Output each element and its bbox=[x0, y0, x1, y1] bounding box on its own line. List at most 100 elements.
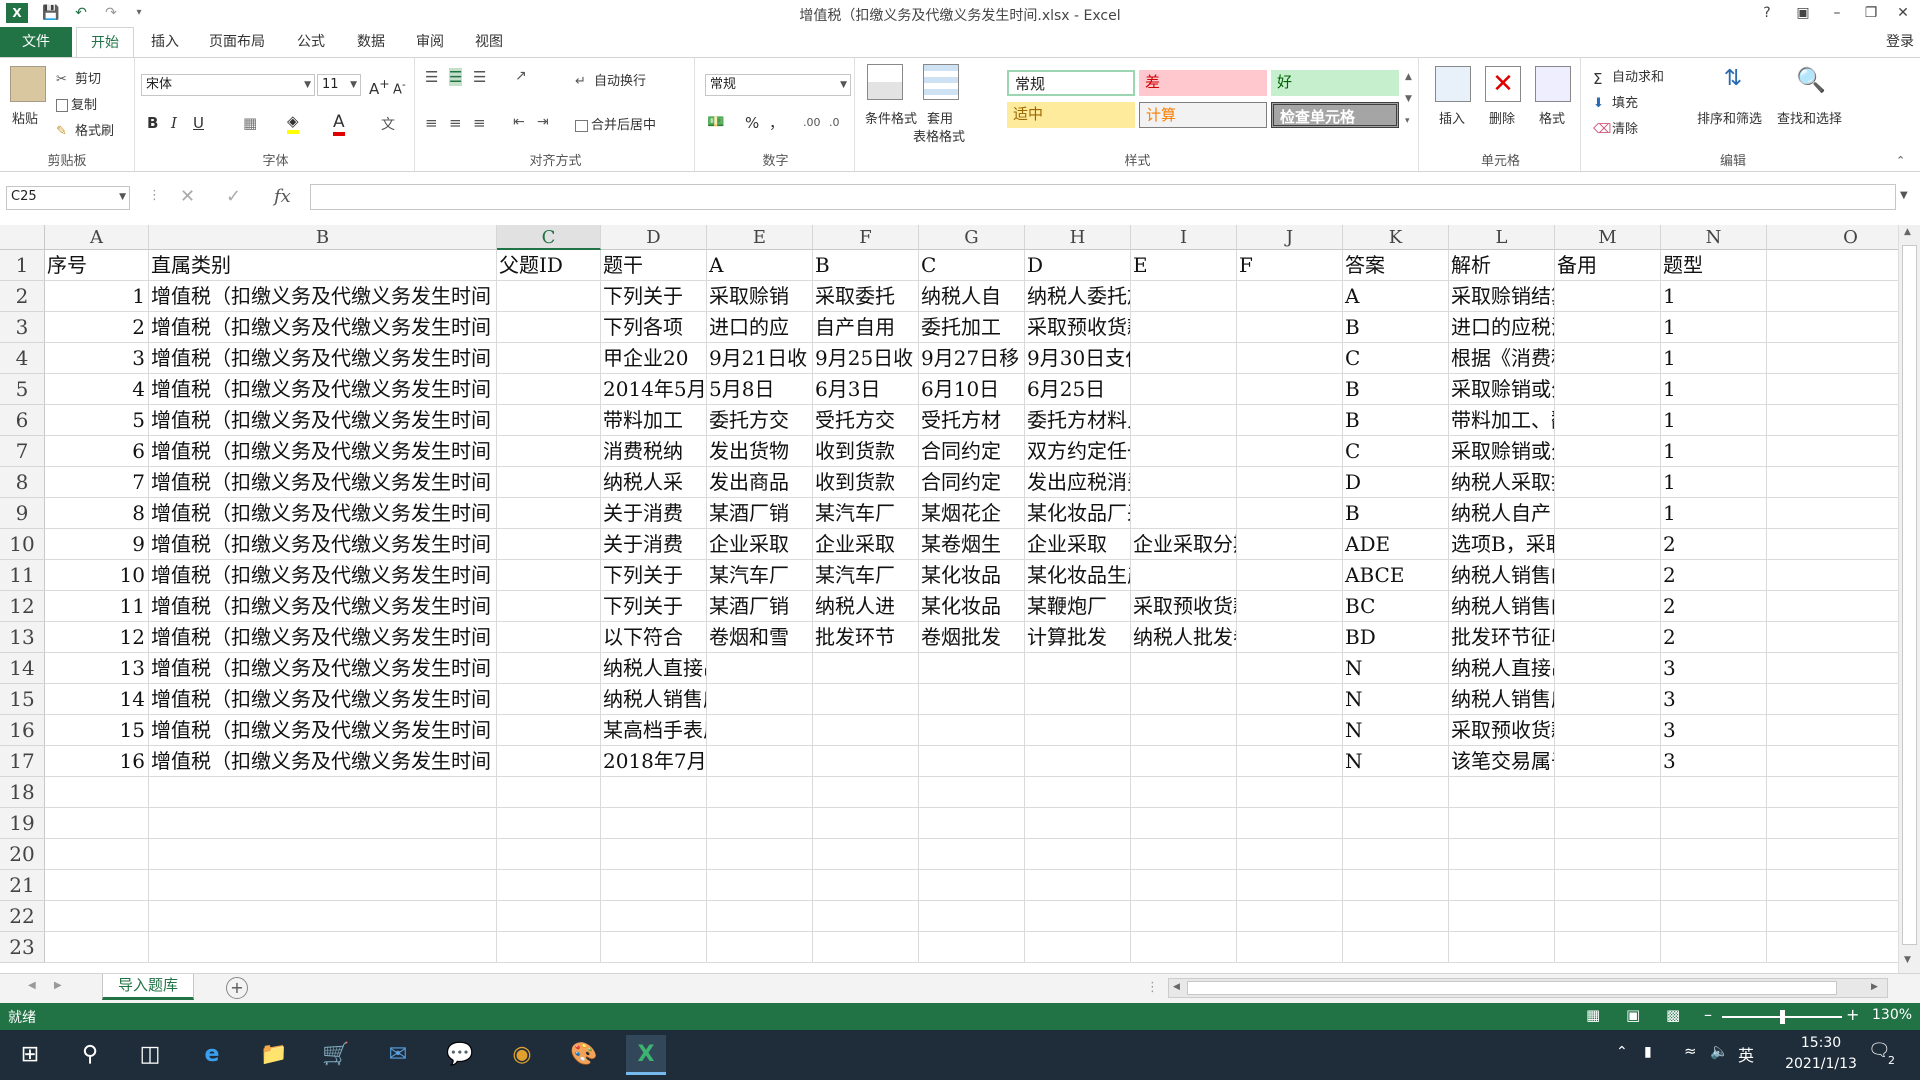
table-cell[interactable] bbox=[497, 467, 601, 498]
orientation-icon[interactable]: ↗ bbox=[515, 68, 527, 84]
table-cell[interactable] bbox=[601, 901, 707, 932]
table-cell[interactable]: 纳税人自 bbox=[919, 281, 1025, 312]
tab-home[interactable]: 开始 bbox=[76, 27, 134, 58]
restore-button[interactable]: ❐ bbox=[1856, 0, 1886, 27]
table-cell[interactable]: C bbox=[1343, 343, 1449, 374]
table-cell[interactable] bbox=[1131, 281, 1237, 312]
table-cell[interactable]: 2018年7月，某游艇制造公司与客户签订合同，按客户要求制造一艘机 bbox=[601, 746, 707, 777]
table-cell[interactable] bbox=[1131, 498, 1237, 529]
table-cell[interactable]: 9月27日移 bbox=[919, 343, 1025, 374]
table-cell[interactable]: 某鞭炮厂 bbox=[1025, 591, 1131, 622]
table-cell[interactable]: 卷烟和雪 bbox=[707, 622, 813, 653]
table-cell[interactable] bbox=[45, 808, 149, 839]
table-cell[interactable]: 委托方材料入库的当天 bbox=[1025, 405, 1131, 436]
table-cell[interactable] bbox=[1237, 932, 1343, 963]
table-cell[interactable] bbox=[601, 808, 707, 839]
vertical-scroll-thumb[interactable] bbox=[1902, 245, 1917, 945]
table-cell[interactable]: 受托方交 bbox=[813, 405, 919, 436]
table-cell[interactable] bbox=[1661, 901, 1767, 932]
table-cell[interactable]: 增值税（扣缴义务及代缴义务发生时间 bbox=[149, 715, 497, 746]
table-cell[interactable] bbox=[919, 715, 1025, 746]
table-cell[interactable] bbox=[1555, 374, 1661, 405]
table-cell[interactable]: 进口的应税消费品为 bbox=[1449, 312, 1555, 343]
style-neutral[interactable]: 适中 bbox=[1007, 102, 1135, 128]
table-cell[interactable]: 下列关于 bbox=[601, 281, 707, 312]
table-cell[interactable] bbox=[1661, 839, 1767, 870]
header-cell[interactable]: B bbox=[813, 250, 919, 281]
table-cell[interactable] bbox=[1555, 622, 1661, 653]
table-cell[interactable]: 某高档手表厂采取预收货款方式销售高档手表，其消费税纳税义务发生 bbox=[601, 715, 707, 746]
table-cell[interactable]: 3 bbox=[1661, 684, 1767, 715]
row-header[interactable]: 23 bbox=[0, 932, 45, 963]
table-cell[interactable] bbox=[497, 436, 601, 467]
table-cell[interactable] bbox=[1131, 467, 1237, 498]
column-header-f[interactable]: F bbox=[813, 225, 919, 250]
table-cell[interactable] bbox=[1025, 870, 1131, 901]
table-cell[interactable] bbox=[707, 901, 813, 932]
table-cell[interactable] bbox=[1555, 870, 1661, 901]
table-cell[interactable] bbox=[813, 715, 919, 746]
table-cell[interactable] bbox=[1025, 808, 1131, 839]
table-cell[interactable] bbox=[497, 684, 601, 715]
collapse-ribbon-icon[interactable]: ⌃ bbox=[1896, 154, 1905, 167]
column-header-d[interactable]: D bbox=[601, 225, 707, 250]
table-cell[interactable]: 11 bbox=[45, 591, 149, 622]
table-cell[interactable]: 1 bbox=[1661, 281, 1767, 312]
table-cell[interactable] bbox=[601, 932, 707, 963]
table-cell[interactable] bbox=[601, 777, 707, 808]
table-cell[interactable]: 批发环节征收消费税 bbox=[1449, 622, 1555, 653]
header-cell[interactable]: 解析 bbox=[1449, 250, 1555, 281]
table-cell[interactable]: N bbox=[1343, 684, 1449, 715]
table-cell[interactable]: D bbox=[1343, 467, 1449, 498]
number-format-combo[interactable]: 常规 ▼ bbox=[705, 74, 851, 96]
table-cell[interactable] bbox=[1131, 870, 1237, 901]
table-cell[interactable]: 纳税人销售的应税消 bbox=[1449, 560, 1555, 591]
border-icon[interactable]: ▦ bbox=[243, 114, 257, 132]
sort-filter-button[interactable]: 排序和筛选 bbox=[1697, 108, 1762, 127]
scroll-down-icon[interactable]: ▼ bbox=[1904, 955, 1911, 965]
paste-icon[interactable] bbox=[10, 66, 46, 102]
styles-more-icon[interactable]: ▾ bbox=[1405, 116, 1410, 126]
table-cell[interactable] bbox=[1767, 808, 1898, 839]
table-cell[interactable] bbox=[497, 374, 601, 405]
close-button[interactable]: ✕ bbox=[1888, 0, 1918, 27]
increase-decimal-icon[interactable]: .00 bbox=[803, 116, 821, 129]
table-cell[interactable]: 6月25日 bbox=[1025, 374, 1131, 405]
table-cell[interactable] bbox=[1767, 622, 1898, 653]
table-cell[interactable] bbox=[1449, 870, 1555, 901]
row-header[interactable]: 3 bbox=[0, 312, 45, 343]
formula-input[interactable] bbox=[310, 184, 1896, 210]
table-cell[interactable] bbox=[1131, 839, 1237, 870]
table-cell[interactable]: 采取委托 bbox=[813, 281, 919, 312]
table-cell[interactable]: 纳税人销售的应税消 bbox=[1449, 591, 1555, 622]
table-cell[interactable] bbox=[497, 281, 601, 312]
table-cell[interactable]: 某烟花企 bbox=[919, 498, 1025, 529]
font-color-icon[interactable]: A bbox=[333, 112, 345, 136]
table-cell[interactable] bbox=[1555, 560, 1661, 591]
table-cell[interactable]: 某卷烟生 bbox=[919, 529, 1025, 560]
table-cell[interactable] bbox=[707, 870, 813, 901]
style-bad[interactable]: 差 bbox=[1139, 70, 1267, 96]
table-cell[interactable]: 6月3日 bbox=[813, 374, 919, 405]
table-cell[interactable]: 1 bbox=[1661, 436, 1767, 467]
table-cell[interactable] bbox=[497, 777, 601, 808]
format-cells-button[interactable]: 格式 bbox=[1539, 108, 1565, 127]
table-cell[interactable]: 增值税（扣缴义务及代缴义务发生时间 bbox=[149, 343, 497, 374]
table-cell[interactable] bbox=[1237, 746, 1343, 777]
table-cell[interactable] bbox=[1555, 405, 1661, 436]
table-cell[interactable] bbox=[1767, 777, 1898, 808]
table-cell[interactable] bbox=[1237, 715, 1343, 746]
table-cell[interactable] bbox=[45, 870, 149, 901]
sort-filter-icon[interactable]: ⇅ bbox=[1715, 66, 1751, 102]
table-cell[interactable]: 16 bbox=[45, 746, 149, 777]
tab-data[interactable]: 数据 bbox=[344, 27, 398, 57]
table-cell[interactable] bbox=[1237, 498, 1343, 529]
grow-font-icon[interactable]: A+ bbox=[369, 76, 390, 98]
ime-indicator[interactable]: 英 bbox=[1738, 1042, 1754, 1066]
table-cell[interactable] bbox=[497, 808, 601, 839]
table-cell[interactable]: 3 bbox=[45, 343, 149, 374]
store-icon[interactable]: 🛒 bbox=[316, 1035, 356, 1075]
table-cell[interactable] bbox=[1555, 808, 1661, 839]
table-cell[interactable]: 纳税人直接出口的应税消费品办理免税后，发生退关或者国外退货时应 bbox=[601, 653, 707, 684]
table-cell[interactable]: 关于消费 bbox=[601, 498, 707, 529]
